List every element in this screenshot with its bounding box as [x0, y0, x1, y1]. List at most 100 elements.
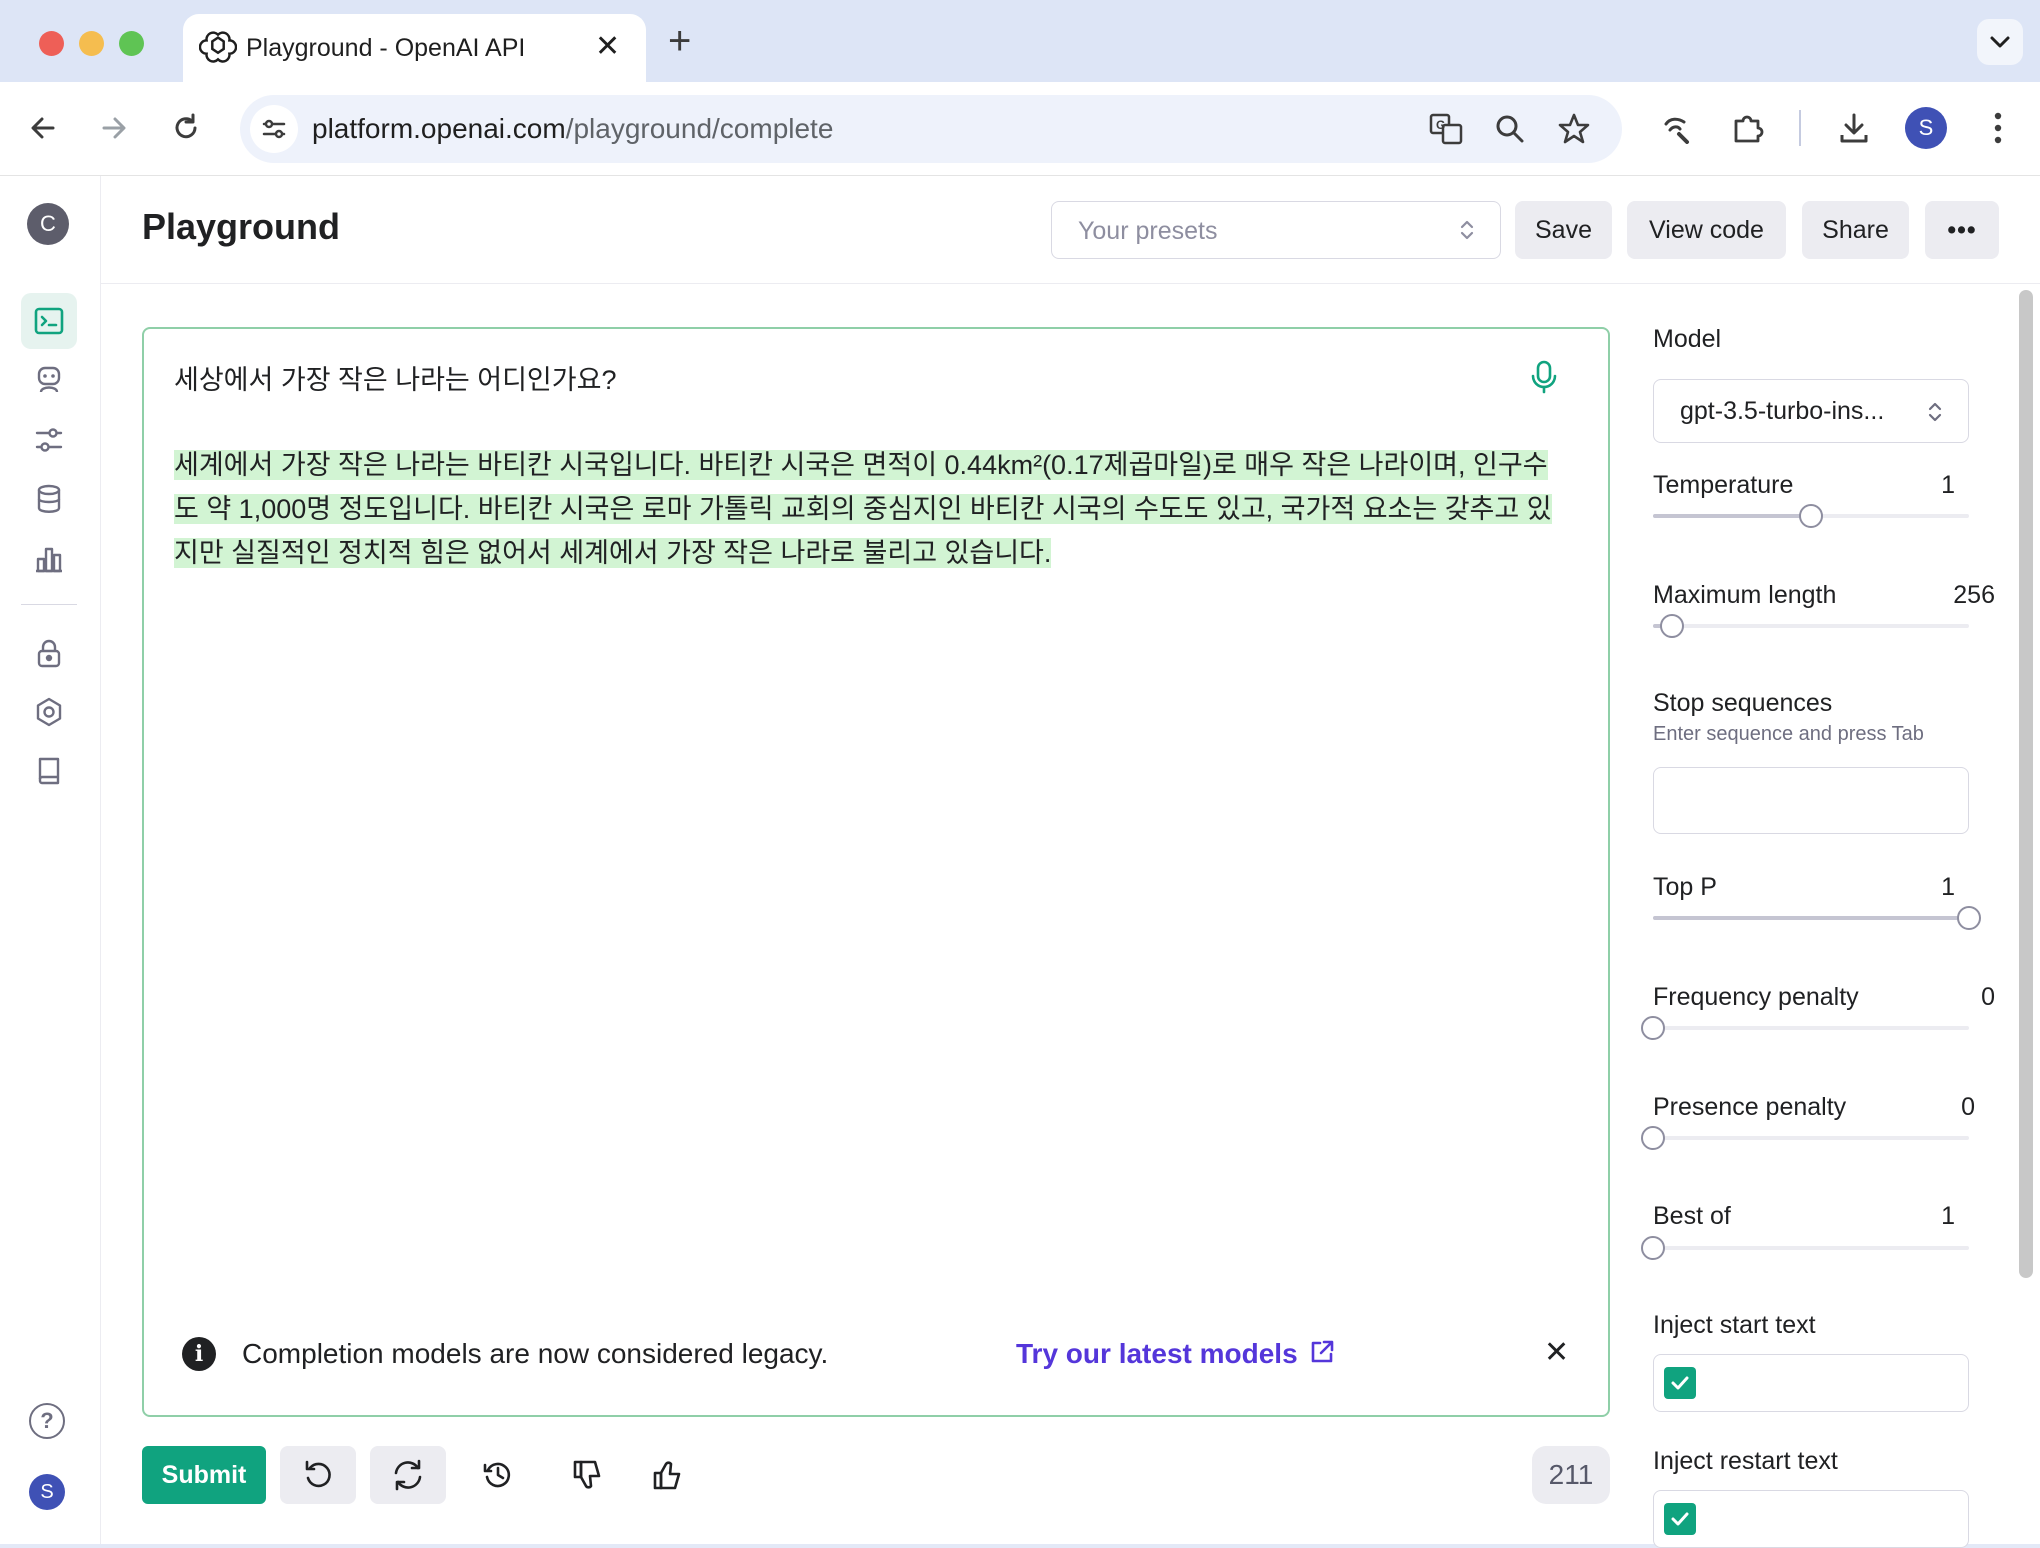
stop-sequences-input[interactable] [1653, 767, 1969, 834]
forward-button[interactable] [90, 104, 138, 152]
nav-playground[interactable] [21, 293, 77, 349]
inject-restart-checkbox[interactable] [1664, 1503, 1696, 1535]
presets-select[interactable]: Your presets [1051, 201, 1501, 259]
extension-eyedropper-button[interactable] [1652, 104, 1700, 152]
site-info-button[interactable] [250, 105, 298, 153]
frequency-penalty-slider[interactable] [1641, 1016, 1969, 1040]
model-value: gpt-3.5-turbo-ins... [1680, 397, 1885, 425]
share-button[interactable]: Share [1802, 201, 1909, 259]
best-of-slider[interactable] [1641, 1236, 1969, 1260]
page-header: Playground Your presets Save View code S… [101, 176, 2040, 284]
maximum-length-slider[interactable] [1653, 614, 1969, 638]
dismiss-notice-icon[interactable]: ✕ [1544, 1333, 1569, 1373]
save-button[interactable]: Save [1515, 201, 1612, 259]
browser-menu-button[interactable] [1974, 104, 2022, 152]
nav-docs[interactable] [21, 743, 77, 799]
zoom-button[interactable] [1486, 105, 1534, 153]
presence-penalty-slider[interactable] [1641, 1126, 1969, 1150]
downloads-button[interactable] [1830, 104, 1878, 152]
frequency-penalty-label: Frequency penalty [1653, 983, 1859, 1011]
tab-search-button[interactable] [1977, 19, 2023, 65]
undo-icon [305, 1460, 331, 1488]
nav-storage[interactable] [21, 471, 77, 527]
puzzle-icon [1734, 115, 1764, 143]
temperature-slider[interactable] [1653, 504, 1969, 528]
latest-models-link[interactable]: Try our latest models [1016, 1334, 1335, 1374]
user-avatar[interactable]: S [29, 1474, 65, 1510]
history-icon [483, 1462, 511, 1488]
browser-toolbar: platform.openai.com/playground/complete … [0, 82, 2040, 176]
model-select[interactable]: gpt-3.5-turbo-ins... [1653, 379, 1969, 443]
help-icon[interactable]: ? [29, 1403, 65, 1439]
slider-thumb[interactable] [1641, 1016, 1665, 1040]
extensions-button[interactable] [1724, 104, 1772, 152]
page-scrollbar[interactable] [2019, 290, 2033, 1278]
thumbs-up-button[interactable] [630, 1446, 706, 1504]
nav-assistants[interactable] [21, 352, 77, 408]
browser-profile-avatar[interactable]: S [1905, 107, 1947, 149]
zoom-icon [1496, 115, 1524, 143]
inject-start-text-field[interactable] [1653, 1354, 1969, 1412]
completion-editor[interactable]: 세상에서 가장 작은 나라는 어디인가요? 세계에서 가장 작은 나라는 바티칸… [142, 327, 1610, 1417]
slider-thumb[interactable] [1799, 504, 1823, 528]
frequency-penalty-value[interactable]: 0 [1953, 980, 1995, 1014]
openai-logo-icon [199, 31, 237, 63]
undo-button[interactable] [280, 1446, 356, 1504]
inject-start-checkbox[interactable] [1664, 1367, 1696, 1399]
assistants-icon [37, 366, 61, 393]
toolbar-divider [1799, 110, 1801, 146]
page-title: Playground [142, 206, 341, 247]
nav-settings[interactable] [21, 684, 77, 740]
chevron-up-down-icon [1928, 402, 1942, 422]
chevron-up-down-icon [1460, 220, 1474, 240]
temperature-label: Temperature [1653, 471, 1794, 499]
completion-line: 도 약 1,000명 정도입니다. 바티칸 시국은 로마 가톨릭 교회의 중심지… [174, 494, 1552, 524]
maximize-window-button[interactable] [119, 31, 144, 56]
tab-close-icon[interactable]: ✕ [595, 27, 620, 67]
translate-button[interactable]: G [1422, 105, 1470, 153]
maximum-length-value[interactable]: 256 [1873, 578, 1995, 612]
new-tab-button[interactable]: + [668, 18, 691, 64]
temperature-value[interactable]: 1 [1893, 468, 1955, 502]
slider-thumb[interactable] [1641, 1236, 1665, 1260]
download-icon [1840, 113, 1868, 143]
best-of-value[interactable]: 1 [1893, 1199, 1955, 1233]
completion-line: 세계에서 가장 작은 나라는 바티칸 시국입니다. 바티칸 시국은 면적이 0.… [174, 450, 1548, 480]
submit-button[interactable]: Submit [142, 1446, 266, 1504]
model-label: Model [1653, 325, 1722, 353]
microphone-button[interactable] [1529, 359, 1559, 400]
close-window-button[interactable] [39, 31, 64, 56]
nav-usage[interactable] [21, 531, 77, 587]
usage-icon [36, 547, 62, 573]
tune-icon [262, 119, 286, 139]
microphone-icon [1531, 360, 1557, 394]
stop-sequences-hint: Enter sequence and press Tab [1653, 723, 1924, 745]
presence-penalty-value[interactable]: 0 [1933, 1090, 1975, 1124]
browser-tab[interactable]: Playground - OpenAI API ✕ [183, 14, 646, 84]
address-bar[interactable]: platform.openai.com/playground/complete … [240, 95, 1622, 163]
back-button[interactable] [19, 104, 67, 152]
regenerate-icon [394, 1459, 422, 1491]
minimize-window-button[interactable] [79, 31, 104, 56]
editor-action-bar: Submit 211 [142, 1446, 1612, 1508]
top-p-value[interactable]: 1 [1893, 870, 1955, 904]
inject-restart-text-field[interactable] [1653, 1490, 1969, 1548]
regenerate-button[interactable] [370, 1446, 446, 1504]
top-p-slider[interactable] [1653, 906, 1981, 930]
slider-thumb[interactable] [1660, 614, 1684, 638]
nav-divider [21, 604, 77, 605]
bookmark-button[interactable] [1550, 105, 1598, 153]
slider-thumb[interactable] [1641, 1126, 1665, 1150]
nav-api-keys[interactable] [21, 625, 77, 681]
browser-tab-bar: Playground - OpenAI API ✕ + [0, 0, 2040, 84]
reload-button[interactable] [162, 104, 210, 152]
thumbs-down-button[interactable] [550, 1446, 626, 1504]
side-navigation: C ? S [0, 176, 101, 1544]
slider-thumb[interactable] [1957, 906, 1981, 930]
organization-avatar[interactable]: C [27, 203, 69, 245]
nav-fine-tuning[interactable] [21, 412, 77, 468]
best-of-label: Best of [1653, 1202, 1731, 1230]
history-button[interactable] [460, 1446, 536, 1504]
view-code-button[interactable]: View code [1627, 201, 1786, 259]
more-options-button[interactable]: ••• [1925, 201, 1999, 259]
